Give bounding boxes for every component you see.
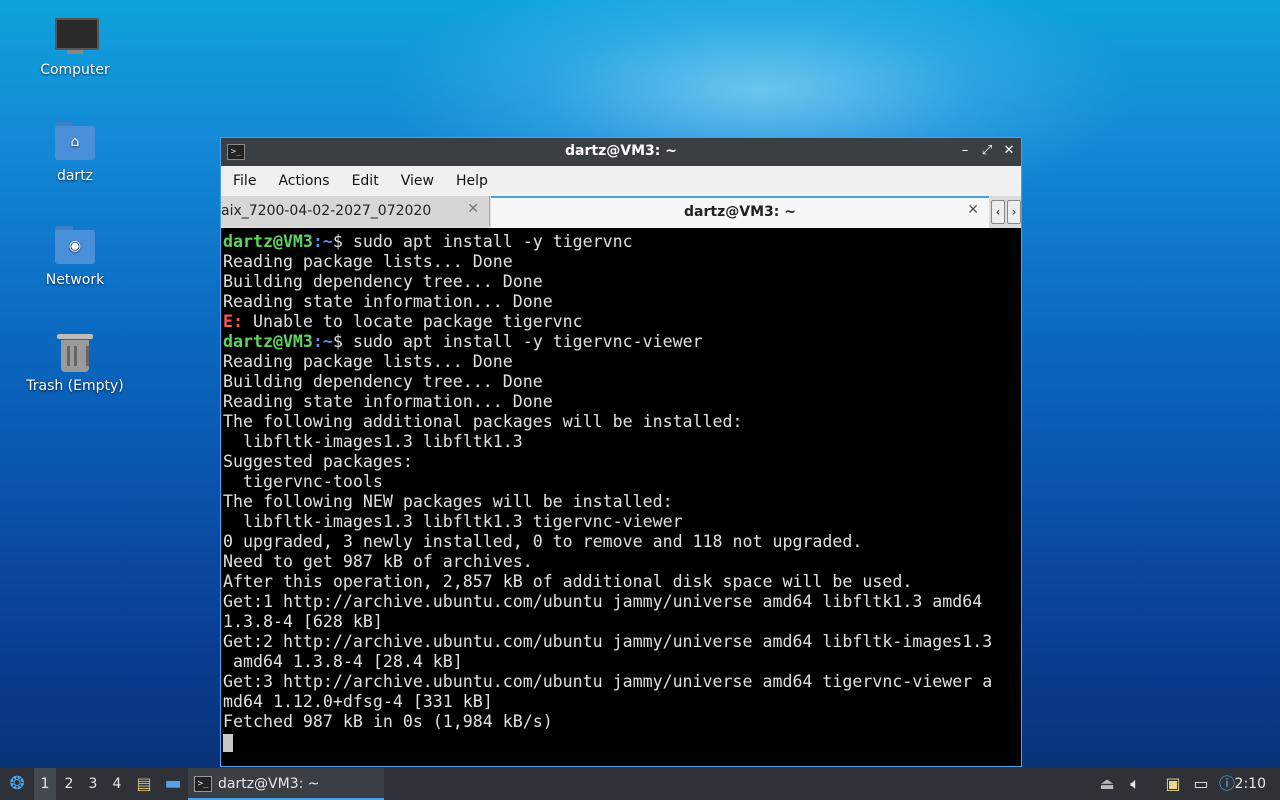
desktop-icon-label: dartz bbox=[56, 168, 94, 184]
tab-close-icon[interactable]: ✕ bbox=[467, 201, 479, 217]
volume-icon[interactable]: 🔈︎ bbox=[1124, 768, 1146, 800]
start-menu-icon[interactable]: ❂ bbox=[4, 768, 30, 800]
tab-label: dartz@VM3: ~ bbox=[684, 204, 796, 220]
clipboard-icon[interactable]: ▣ bbox=[1162, 768, 1184, 800]
window-titlebar[interactable]: >_ dartz@VM3: ~ – ⤢ ✕ bbox=[221, 138, 1021, 166]
terminal-line: The following NEW packages will be insta… bbox=[223, 492, 673, 511]
menu-edit[interactable]: Edit bbox=[344, 173, 387, 189]
desktop-icon-home[interactable]: ⌂ dartz bbox=[20, 120, 130, 184]
desktop-icon-trash[interactable]: Trash (Empty) bbox=[20, 330, 130, 394]
terminal-line: amd64 1.3.8-4 [28.4 kB] bbox=[223, 652, 463, 671]
terminal-line: After this operation, 2,857 kB of additi… bbox=[223, 572, 913, 591]
tab-aix[interactable]: aix_7200-04-02-2027_072020 ✕ bbox=[221, 196, 490, 226]
desktop-icon-network[interactable]: ◉ Network bbox=[20, 224, 130, 288]
tab-scroll-left-icon[interactable]: ‹ bbox=[991, 200, 1005, 224]
prompt-path: :~ bbox=[312, 332, 333, 351]
terminal-line: tigervnc-tools bbox=[223, 472, 383, 491]
workspace-1[interactable]: 1 bbox=[34, 768, 56, 800]
terminal-window[interactable]: >_ dartz@VM3: ~ – ⤢ ✕ File Actions Edit … bbox=[220, 137, 1022, 767]
terminal-line: md64 1.12.0+dfsg-4 [331 kB] bbox=[223, 692, 493, 711]
prompt-user: dartz@VM3 bbox=[223, 232, 313, 251]
prompt-user: dartz@VM3 bbox=[223, 332, 313, 351]
terminal-line: The following additional packages will b… bbox=[223, 412, 743, 431]
trash-icon bbox=[53, 330, 97, 374]
error-text: Unable to locate package tigervnc bbox=[242, 312, 583, 331]
task-label: dartz@VM3: ~ bbox=[218, 776, 320, 792]
terminal-line: Get:2 http://archive.ubuntu.com/ubuntu j… bbox=[223, 632, 993, 651]
clock[interactable]: 2:10 bbox=[1235, 768, 1266, 800]
tab-bar: aix_7200-04-02-2027_072020 ✕ dartz@VM3: … bbox=[221, 196, 1021, 229]
tab-close-icon[interactable]: ✕ bbox=[967, 202, 979, 218]
prompt-symbol: $ bbox=[332, 232, 343, 251]
terminal-line: Building dependency tree... Done bbox=[223, 272, 543, 291]
desktop-icon-computer[interactable]: Computer bbox=[20, 14, 130, 78]
tab-dartz[interactable]: dartz@VM3: ~ ✕ bbox=[491, 196, 989, 228]
menu-actions[interactable]: Actions bbox=[270, 173, 337, 189]
command-text: sudo apt install -y tigervnc bbox=[342, 232, 633, 251]
network-icon[interactable]: ▭ bbox=[1190, 768, 1212, 800]
menu-view[interactable]: View bbox=[393, 173, 442, 189]
computer-icon bbox=[53, 14, 99, 58]
terminal-line: 1.3.8-4 [628 kB] bbox=[223, 612, 383, 631]
terminal-line: 0 upgraded, 3 newly installed, 0 to remo… bbox=[223, 532, 863, 551]
terminal-line: libfltk-images1.3 libfltk1.3 tigervnc-vi… bbox=[223, 512, 683, 531]
tab-label: aix_7200-04-02-2027_072020 bbox=[221, 203, 432, 219]
terminal-line: Reading state information... Done bbox=[223, 292, 553, 311]
terminal-line: Get:1 http://archive.ubuntu.com/ubuntu j… bbox=[223, 592, 983, 611]
terminal-icon: >_ bbox=[194, 776, 212, 792]
workspace-4[interactable]: 4 bbox=[106, 768, 128, 800]
desktop-icon-label: Trash (Empty) bbox=[26, 378, 124, 394]
tab-scroll-right-icon[interactable]: › bbox=[1007, 200, 1021, 224]
terminal-line: Building dependency tree... Done bbox=[223, 372, 543, 391]
network-folder-icon: ◉ bbox=[53, 224, 97, 268]
terminal-line: Suggested packages: bbox=[223, 452, 413, 471]
workspace-2[interactable]: 2 bbox=[58, 768, 80, 800]
workspace-3[interactable]: 3 bbox=[82, 768, 104, 800]
home-folder-icon: ⌂ bbox=[53, 120, 97, 164]
window-title: dartz@VM3: ~ bbox=[565, 143, 677, 159]
menubar: File Actions Edit View Help bbox=[221, 166, 1021, 196]
text-cursor bbox=[223, 733, 233, 752]
minimize-icon[interactable]: – bbox=[959, 142, 971, 160]
terminal-line bbox=[223, 732, 1021, 752]
show-desktop-icon[interactable]: ▬ bbox=[160, 768, 186, 800]
command-text: sudo apt install -y tigervnc-viewer bbox=[342, 332, 703, 351]
desktop-icon-label: Network bbox=[45, 272, 105, 288]
terminal-line: Reading package lists... Done bbox=[223, 252, 513, 271]
prompt-path: :~ bbox=[312, 232, 333, 251]
terminal-line: Reading state information... Done bbox=[223, 392, 553, 411]
terminal-line: Get:3 http://archive.ubuntu.com/ubuntu j… bbox=[223, 672, 993, 691]
menu-help[interactable]: Help bbox=[448, 173, 496, 189]
terminal-line: libfltk-images1.3 libfltk1.3 bbox=[223, 432, 523, 451]
taskbar-task-terminal[interactable]: >_ dartz@VM3: ~ bbox=[188, 768, 384, 800]
taskbar: ❂ 1 2 3 4 ▤ ▬ >_ dartz@VM3: ~ ⏏ 🔈︎ ▣ ▭ ⓘ … bbox=[0, 768, 1280, 800]
terminal-line: Reading package lists... Done bbox=[223, 352, 513, 371]
terminal-line: dartz@VM3:~$ sudo apt install -y tigervn… bbox=[223, 332, 1021, 352]
desktop-icon-label: Computer bbox=[40, 62, 110, 78]
terminal-line: Need to get 987 kB of archives. bbox=[223, 552, 533, 571]
menu-file[interactable]: File bbox=[225, 173, 264, 189]
prompt-symbol: $ bbox=[332, 332, 343, 351]
terminal-line: Fetched 987 kB in 0s (1,984 kB/s) bbox=[223, 712, 553, 731]
maximize-icon[interactable]: ⤢ bbox=[981, 142, 993, 160]
terminal-line: E: Unable to locate package tigervnc bbox=[223, 312, 1021, 332]
file-manager-icon[interactable]: ▤ bbox=[132, 768, 156, 800]
error-tag: E: bbox=[223, 312, 243, 331]
removable-drive-icon[interactable]: ⏏ bbox=[1096, 768, 1118, 800]
close-icon[interactable]: ✕ bbox=[1003, 142, 1015, 160]
terminal-output[interactable]: dartz@VM3:~$ sudo apt install -y tigervn… bbox=[221, 228, 1021, 766]
terminal-line: dartz@VM3:~$ sudo apt install -y tigervn… bbox=[223, 232, 1021, 252]
